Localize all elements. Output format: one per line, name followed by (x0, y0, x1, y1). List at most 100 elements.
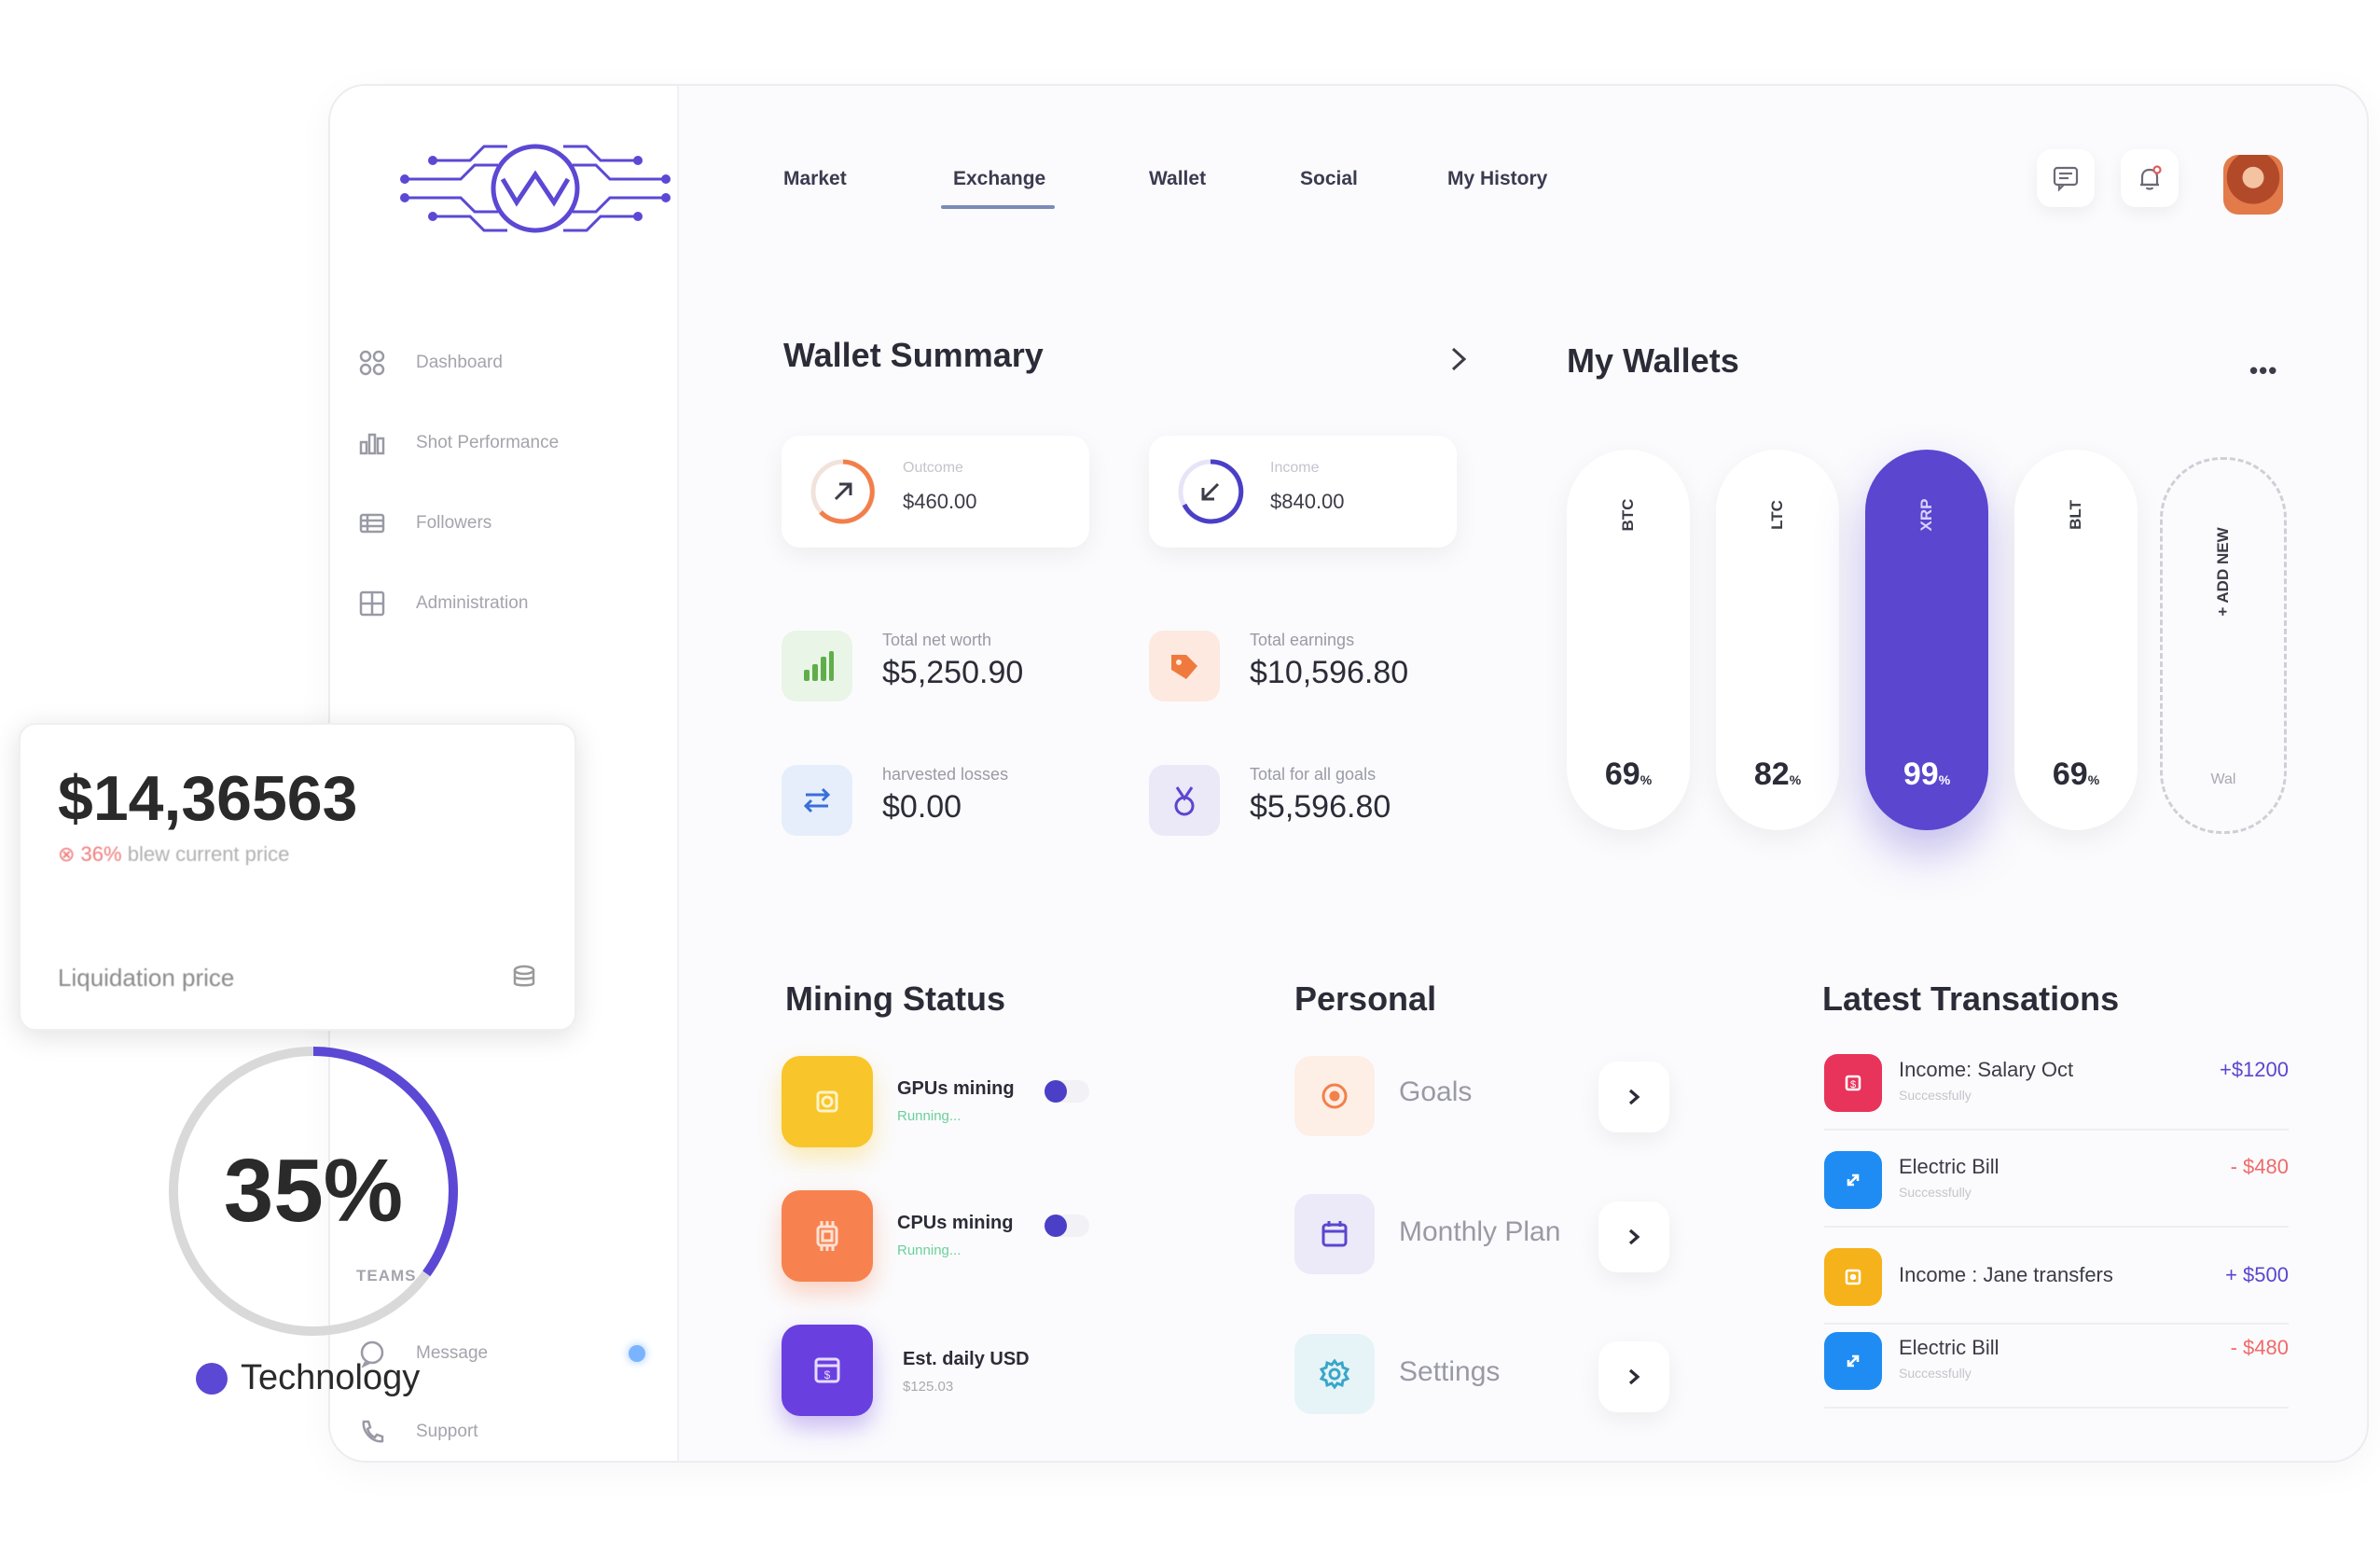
target-icon (1294, 1056, 1375, 1136)
sidebar-item-support[interactable]: Support (356, 1416, 478, 1448)
down-arrow-icon: ⊗ (58, 842, 81, 866)
progress-legend: Technology (196, 1358, 420, 1398)
sidebar-item-shot-performance[interactable]: Shot Performance (356, 427, 559, 459)
legend-label: Technology (241, 1358, 421, 1397)
wallet-coin: BLT (2067, 500, 2084, 530)
liquidation-price-card: $14,36563 ⊗ 36% blew current price Liqui… (19, 723, 576, 1031)
nav-wallet[interactable]: Wallet (1149, 168, 1206, 190)
wallet-pill-blt[interactable]: BLT 69% (2014, 450, 2138, 830)
transaction-amount: - $480 (2230, 1336, 2289, 1359)
sidebar-item-followers[interactable]: Followers (356, 507, 491, 539)
dollar-calendar-icon: $ (782, 1325, 873, 1416)
calendar-icon (1294, 1194, 1375, 1274)
wallet-pill-xrp[interactable]: XRP 99% (1865, 450, 1988, 830)
more-options-icon[interactable]: ••• (2249, 356, 2277, 385)
mining-item-status: Running... (897, 1108, 962, 1124)
transaction-row[interactable]: Income : Jane transfers + $500 (1824, 1235, 2289, 1325)
notification-dot (629, 1345, 645, 1362)
nav-market[interactable]: Market (783, 168, 847, 190)
sidebar-item-dashboard[interactable]: Dashboard (356, 347, 503, 379)
sidebar-item-label: Dashboard (416, 353, 503, 372)
price-note: ⊗ 36% blew current price (58, 842, 290, 866)
mining-item-status: Running... (897, 1243, 962, 1258)
add-new-label: + ADD NEW (2214, 527, 2232, 617)
chevron-right-icon[interactable] (1447, 345, 1470, 373)
transaction-row[interactable]: $ Income: Salary Oct Successfully +$1200 (1824, 1041, 2289, 1131)
stat-label: Total earnings (1250, 631, 1355, 649)
dollar-icon: $ (1824, 1054, 1882, 1112)
table-icon (356, 588, 388, 619)
latest-transactions-title: Latest Transations (1822, 979, 2120, 1018)
sidebar-item-label: Shot Performance (416, 433, 560, 452)
transaction-row[interactable]: Electric Bill Successfully - $480 (1824, 1138, 2289, 1228)
notifications-button[interactable] (2121, 149, 2179, 207)
monthly-plan-chevron-button[interactable] (1598, 1201, 1669, 1272)
bar-chart-icon (782, 631, 852, 701)
outcome-card[interactable]: Outcome $460.00 (782, 436, 1089, 548)
active-tab-indicator (941, 205, 1055, 209)
nav-exchange[interactable]: Exchange (953, 168, 1045, 190)
income-label: Income (1270, 460, 1320, 476)
mining-item-title: Est. daily USD (903, 1349, 1030, 1369)
wallet-summary-title: Wallet Summary (783, 336, 1044, 374)
personal-item-monthly-plan[interactable]: Monthly Plan (1399, 1216, 1560, 1248)
transaction-name: Income: Salary Oct (1899, 1058, 2074, 1081)
wallet-percent: 82% (1753, 757, 1802, 792)
add-wallet-sub: Wal (2210, 771, 2236, 787)
personal-item-settings[interactable]: Settings (1399, 1356, 1500, 1388)
messages-button[interactable] (2037, 149, 2095, 207)
brand-logo (400, 144, 671, 233)
svg-text:$: $ (824, 1368, 831, 1381)
add-wallet-button[interactable]: + ADD NEW Wal (2160, 457, 2287, 834)
chevron-right-icon (1628, 1229, 1640, 1245)
transaction-amount: +$1200 (2219, 1058, 2289, 1081)
nav-my-history[interactable]: My History (1447, 168, 1547, 190)
transaction-name: Electric Bill (1899, 1155, 1999, 1178)
cpu-mining-toggle[interactable] (1045, 1215, 1089, 1237)
gpu-chip-icon (782, 1056, 873, 1147)
sidebar-item-label: Support (416, 1422, 478, 1441)
income-value: $840.00 (1270, 490, 1345, 513)
settings-chevron-button[interactable] (1598, 1341, 1669, 1412)
income-arrow-icon (1178, 459, 1244, 524)
tag-icon (1149, 631, 1220, 701)
sidebar-item-label: Administration (416, 593, 529, 613)
legend-dot (196, 1362, 228, 1395)
dashboard-window: Dashboard Shot Performance Followers Adm… (328, 84, 2369, 1463)
stat-value: $10,596.80 (1250, 655, 1409, 690)
mining-status-title: Mining Status (785, 979, 1005, 1018)
gear-icon (1294, 1334, 1375, 1414)
mining-item-title: GPUs mining (897, 1078, 1015, 1099)
list-icon (356, 507, 388, 539)
avatar[interactable] (2223, 155, 2283, 215)
transfer-arrows-icon (1824, 1151, 1882, 1209)
my-wallets-title: My Wallets (1567, 341, 1739, 380)
transfer-arrows-icon (1824, 1332, 1882, 1390)
wallet-percent: 69% (2052, 757, 2100, 792)
chevron-right-icon (1628, 1368, 1640, 1385)
sidebar-item-administration[interactable]: Administration (356, 588, 528, 619)
stat-value: $5,250.90 (882, 655, 1024, 690)
nav-social[interactable]: Social (1300, 168, 1358, 190)
transaction-row[interactable]: Electric Bill Successfully - $480 (1824, 1319, 2289, 1409)
stat-label: Total net worth (882, 631, 992, 649)
personal-item-goals[interactable]: Goals (1399, 1076, 1472, 1108)
chevron-right-icon (1628, 1089, 1640, 1105)
outcome-arrow-icon (810, 459, 876, 524)
wallet-pill-ltc[interactable]: LTC 82% (1716, 450, 1839, 830)
stat-value: $0.00 (882, 789, 962, 825)
personal-title: Personal (1294, 979, 1437, 1018)
chart-icon (356, 427, 388, 459)
medal-icon (1149, 765, 1220, 836)
sidebar-item-label: Message (416, 1343, 489, 1363)
wallet-pill-btc[interactable]: BTC 69% (1567, 450, 1690, 830)
transaction-amount: + $500 (2225, 1263, 2289, 1286)
mining-item-value: $125.03 (903, 1379, 954, 1395)
price-footer-label: Liquidation price (58, 964, 235, 992)
gpu-mining-toggle[interactable] (1045, 1080, 1089, 1103)
income-card[interactable]: Income $840.00 (1149, 436, 1457, 548)
bell-icon (2140, 165, 2162, 190)
wallet-coin: LTC (1768, 500, 1786, 530)
goals-chevron-button[interactable] (1598, 1062, 1669, 1132)
wallet-icon (1824, 1248, 1882, 1306)
